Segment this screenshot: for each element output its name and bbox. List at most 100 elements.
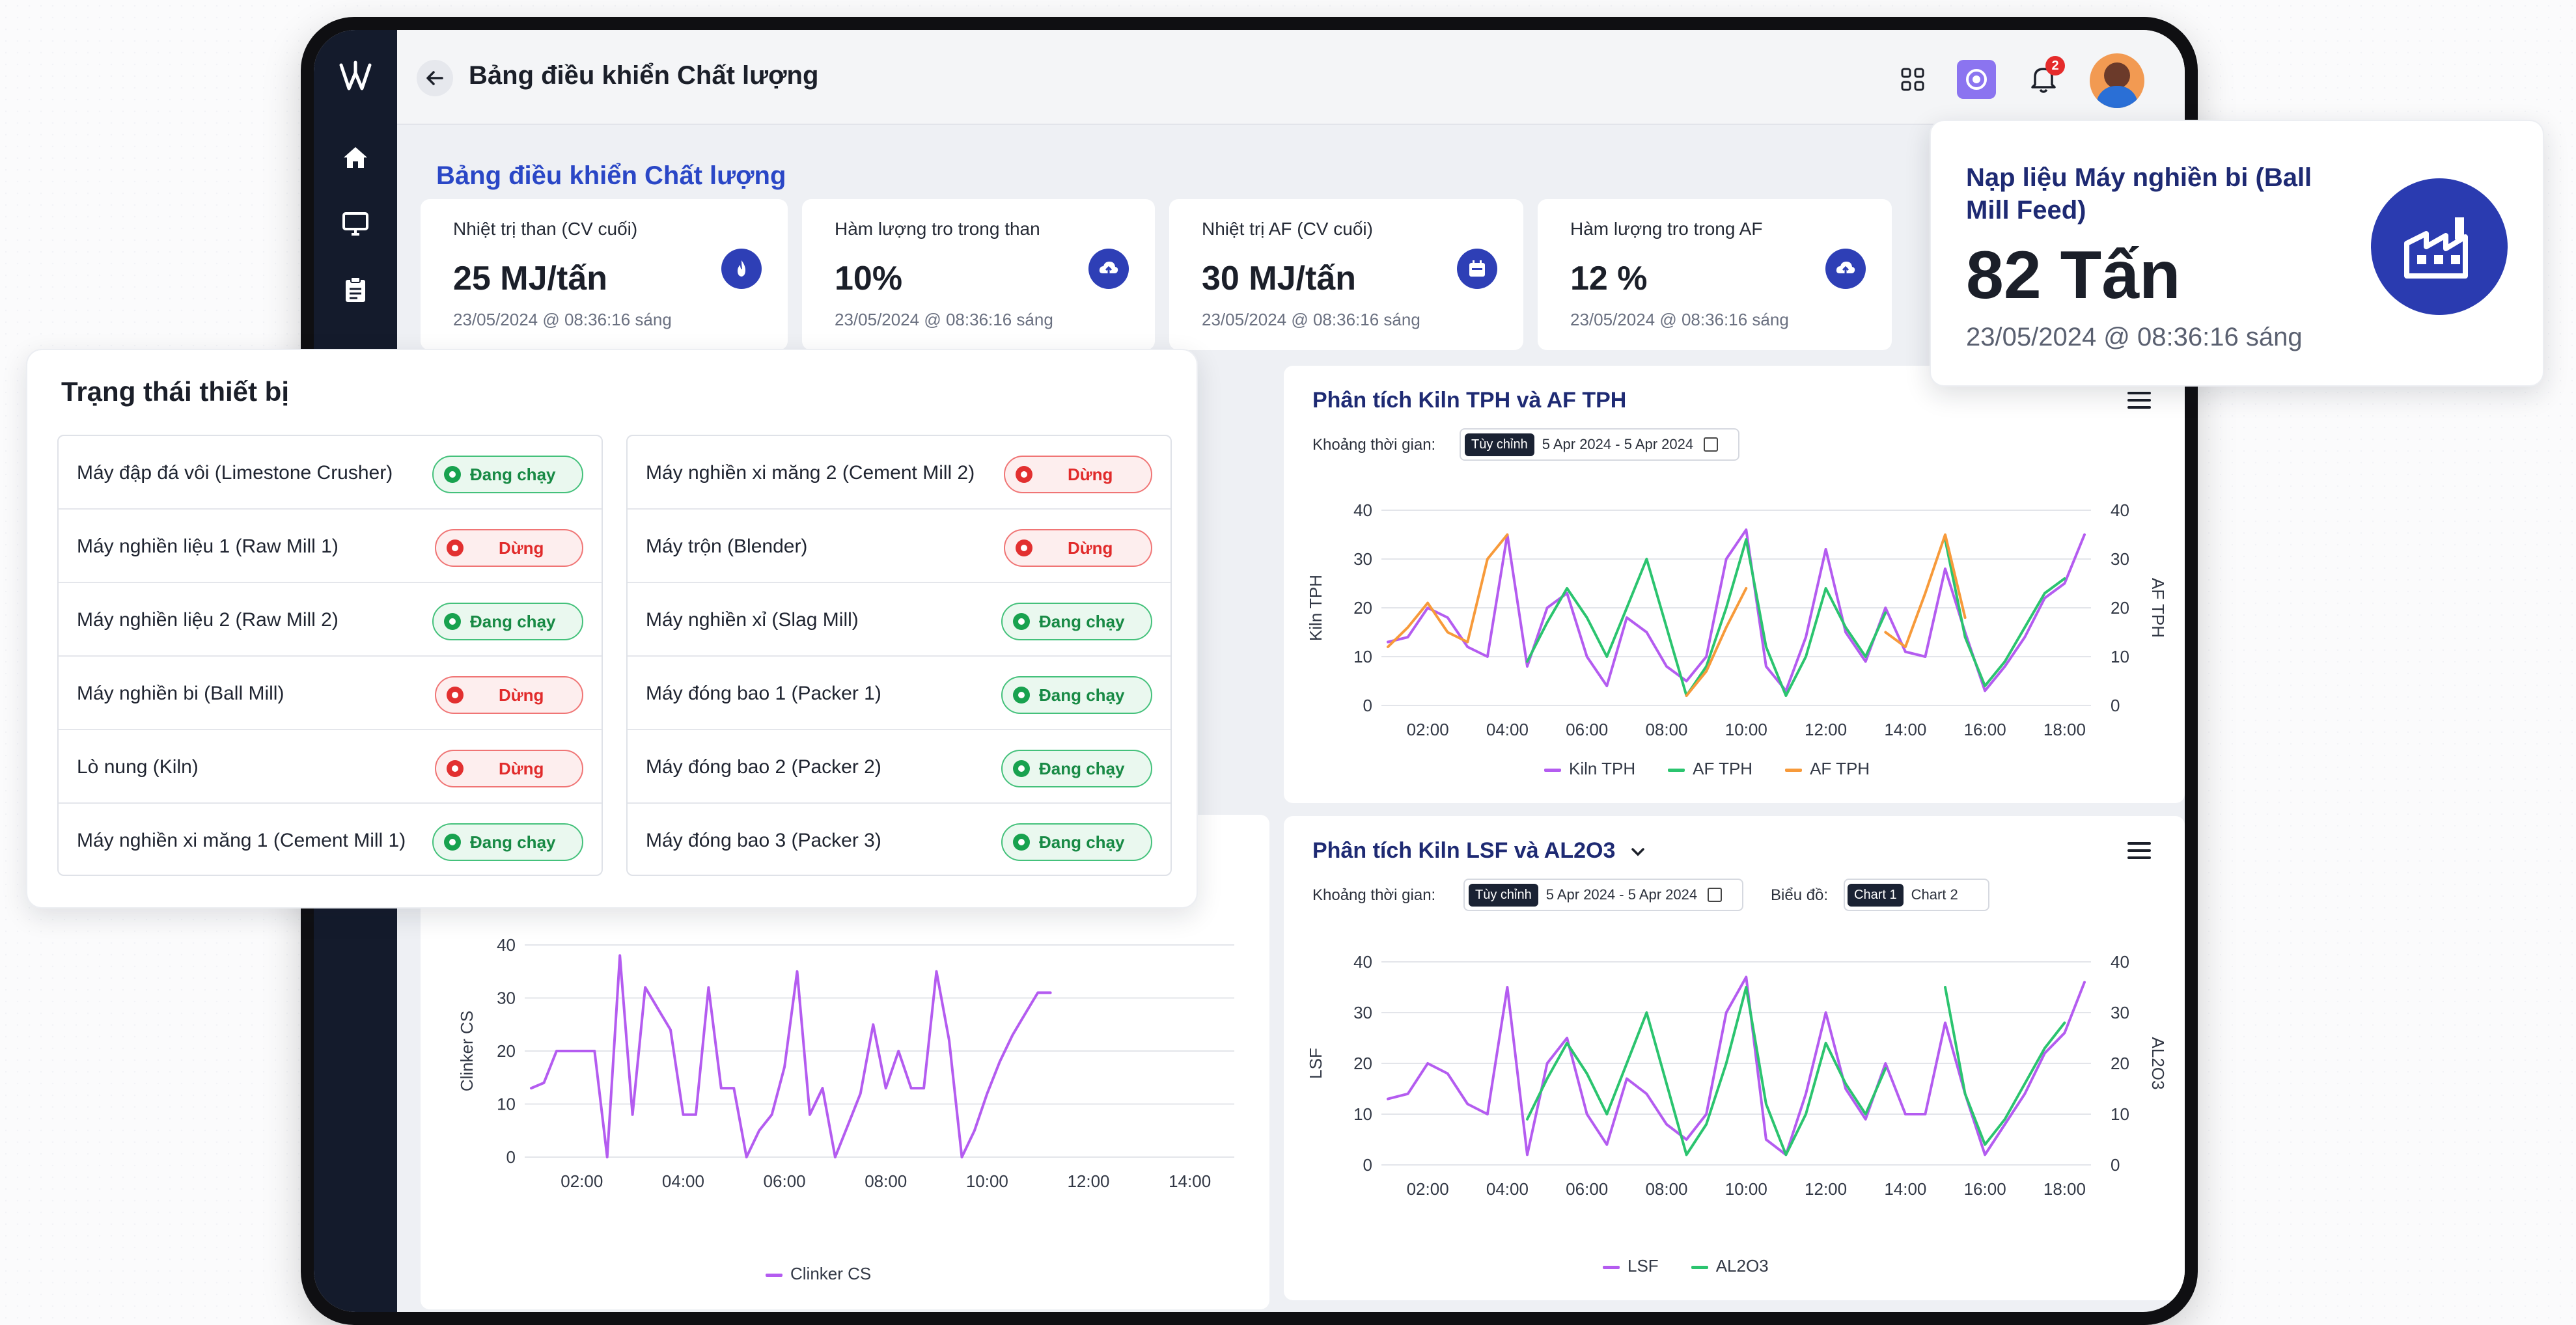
x-tick-label: 12:00 [1805,720,1847,739]
kpi-value: 12 % [1570,260,1648,297]
kpi-card: Hàm lượng tro trong than 10% 23/05/2024 … [802,199,1155,350]
status-badge: Đang chạy [1001,750,1152,787]
legend-item[interactable]: AF TPH [1668,759,1752,779]
stopped-indicator-icon [1016,466,1032,483]
y-tick-label: 0 [506,1147,516,1167]
x-tick-label: 10:00 [1725,720,1767,739]
equipment-name: Máy đóng bao 2 (Packer 2) [646,756,881,778]
status-badge: Dừng [1004,529,1152,567]
series-line [1526,538,2066,697]
status-badge: Đang chạy [1001,603,1152,640]
status-list-left: Máy đập đá vôi (Limestone Crusher) Đang c… [57,435,603,876]
x-tick-label: 16:00 [1964,720,2006,739]
kpi-value: 30 MJ/tấn [1202,260,1356,297]
y2-axis-label: AL2O3 [2148,1037,2168,1090]
notification-badge: 2 [2045,56,2065,75]
kpi-time: 23/05/2024 @ 08:36:16 sáng [835,310,1053,329]
running-indicator-icon [444,613,461,630]
kpi-time: 23/05/2024 @ 08:36:16 sáng [1202,310,1420,329]
page-title: Bảng điều khiển Chất lượng [436,161,786,190]
y-tick-label: 10 [1353,1104,1372,1124]
home-icon[interactable] [335,137,376,178]
legend-item[interactable]: Kiln TPH [1544,759,1635,779]
running-indicator-icon [1013,834,1030,851]
y-tick-label: 0 [1363,1155,1372,1175]
kpi-card: Nhiệt trị than (CV cuối) 25 MJ/tấn 23/05… [421,199,788,350]
status-label: Dừng [499,758,544,778]
y-tick-label: 30 [497,989,516,1008]
flame-icon [721,249,762,289]
equipment-row: Máy nghiền liệu 1 (Raw Mill 1) Dừng [59,510,602,583]
equipment-name: Máy nghiền xi măng 1 (Cement Mill 1) [77,830,406,851]
equipment-name: Máy đập đá vôi (Limestone Crusher) [77,462,393,484]
y-tick-label: 40 [497,935,516,955]
x-tick-label: 04:00 [1486,720,1529,739]
x-tick-label: 12:00 [1805,1179,1847,1199]
legend-label: AL2O3 [1715,1256,1769,1276]
kpi-label: Hàm lượng tro trong AF [1570,219,1763,239]
legend-item[interactable]: Clinker CS [766,1264,871,1284]
equipment-name: Máy nghiền xỉ (Slag Mill) [646,609,859,631]
factory-icon [2371,178,2508,315]
bell-icon[interactable]: 2 [2029,56,2065,98]
equipment-name: Máy trộn (Blender) [646,536,808,557]
stopped-indicator-icon [1016,540,1032,556]
clipboard-icon[interactable] [335,269,376,311]
y2-tick-label: 20 [2111,598,2129,618]
equipment-row: Máy trộn (Blender) Dừng [628,510,1170,583]
legend-item[interactable]: AF TPH [1785,759,1870,779]
y2-tick-label: 10 [2111,647,2129,666]
equipment-row: Lò nung (Kiln) Dừng [59,730,602,804]
status-label: Dừng [499,538,544,558]
x-tick-label: 02:00 [1407,720,1449,739]
running-indicator-icon [444,834,461,851]
y-tick-label: 40 [1353,952,1372,972]
y-tick-label: 30 [1353,549,1372,569]
y-tick-label: 20 [1353,598,1372,618]
legend-item[interactable]: AL2O3 [1691,1256,1769,1276]
chart-legend: Kiln TPH AF TPH AF TPH [1544,759,1870,779]
kpi-label: Nhiệt trị AF (CV cuối) [1202,219,1373,239]
topbar: Bảng điều khiển Chất lượng 2 [397,30,2185,125]
back-button[interactable] [417,60,453,96]
running-indicator-icon [1013,613,1030,630]
y2-tick-label: 30 [2111,1003,2129,1022]
app-switcher-icon[interactable] [1957,60,1996,99]
x-tick-label: 14:00 [1884,1179,1926,1199]
x-tick-label: 04:00 [662,1171,704,1191]
equipment-name: Máy đóng bao 1 (Packer 1) [646,683,881,704]
y-axis-label: Kiln TPH [1306,575,1325,641]
equipment-name: Máy nghiền liệu 2 (Raw Mill 2) [77,609,339,631]
status-list-right: Máy nghiền xi măng 2 (Cement Mill 2) Dừng… [626,435,1172,876]
status-label: Dừng [1068,538,1113,558]
equipment-row: Máy đập đá vôi (Limestone Crusher) Đang c… [59,436,602,510]
monitor-icon[interactable] [335,203,376,245]
status-badge: Dừng [1004,456,1152,493]
lsf-chart: 0 0 10 10 20 20 30 30 40 40 02:00 04:00 06:00 08:00 10… [1306,952,2168,1199]
legend-label: Kiln TPH [1569,759,1636,778]
series-line [1387,976,2086,1156]
stopped-indicator-icon [447,687,464,703]
chart-legend: LSF AL2O3 [1603,1256,1769,1276]
kpi-card: Hàm lượng tro trong AF 12 % 23/05/2024 @… [1538,199,1892,350]
x-tick-label: 14:00 [1884,720,1926,739]
feed-value: 82 Tấn [1966,238,2181,313]
logo-icon[interactable] [335,56,376,98]
kpi-label: Hàm lượng tro trong than [835,219,1040,239]
equipment-row: Máy nghiền xi măng 2 (Cement Mill 2) Dừng [628,436,1170,510]
x-tick-label: 08:00 [1645,1179,1687,1199]
y2-tick-label: 40 [2111,952,2129,972]
legend-item[interactable]: LSF [1603,1256,1659,1276]
kpi-time: 23/05/2024 @ 08:36:16 sáng [1570,310,1789,329]
status-label: Đang chạy [470,611,556,631]
running-indicator-icon [444,466,461,483]
equipment-row: Máy nghiền xỉ (Slag Mill) Đang chạy [628,583,1170,657]
status-badge: Đang chạy [1001,823,1152,861]
legend-label: AF TPH [1693,759,1753,778]
legend-label: LSF [1627,1256,1659,1276]
kpi-value: 10% [835,260,903,297]
avatar[interactable] [2090,53,2144,108]
apps-grid-icon[interactable] [1900,66,1926,96]
x-tick-label: 18:00 [2043,1179,2086,1199]
y2-tick-label: 30 [2111,549,2129,569]
